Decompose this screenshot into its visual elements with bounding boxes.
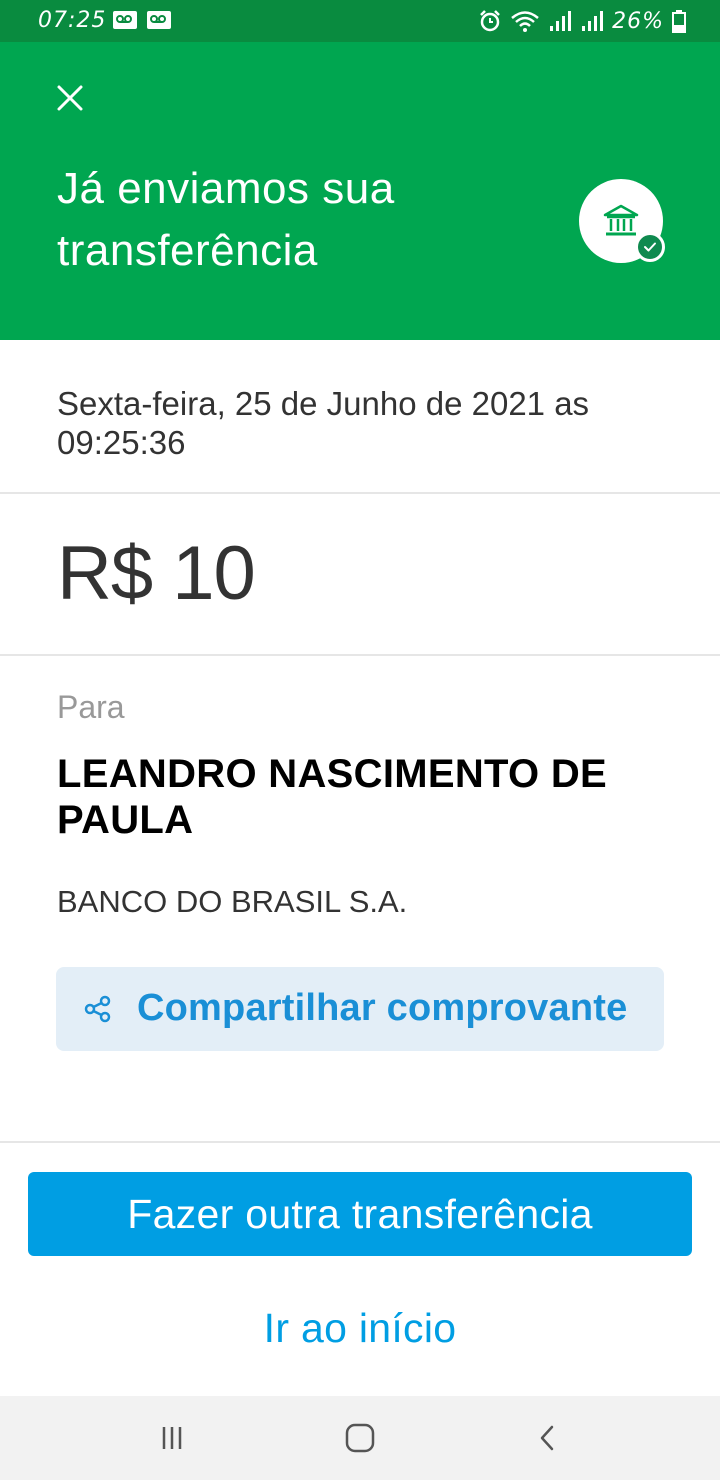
battery-icon — [672, 10, 686, 33]
recents-button[interactable] — [152, 1418, 192, 1458]
voicemail-2-icon — [147, 11, 171, 29]
back-icon[interactable] — [533, 1423, 563, 1453]
recents-icon[interactable] — [157, 1423, 187, 1453]
bank-icon — [603, 204, 639, 236]
success-header: Já enviamos sua transferência — [0, 42, 720, 340]
voicemail-1-icon — [113, 11, 137, 29]
transfer-date-section: Sexta-feira, 25 de Junho de 2021 as 09:2… — [0, 340, 720, 494]
home-nav-button[interactable] — [340, 1418, 380, 1458]
transfer-amount-section: R$ 10 — [0, 494, 720, 656]
home-icon[interactable] — [344, 1422, 376, 1454]
signal-1-icon — [550, 11, 572, 31]
status-indicators: 26% — [478, 6, 686, 36]
battery-percentage: 26% — [612, 8, 664, 34]
share-receipt-button[interactable]: Compartilhar comprovante — [56, 967, 664, 1051]
status-time: 07:25 — [38, 8, 107, 33]
recipient-bank: BANCO DO BRASIL S.A. — [57, 884, 408, 919]
status-bar: 07:25 26% — [0, 0, 720, 42]
transfer-datetime: Sexta-feira, 25 de Junho de 2021 as 09:2… — [57, 385, 590, 461]
close-icon[interactable] — [56, 84, 84, 112]
alarm-icon — [480, 10, 500, 32]
system-nav-bar — [0, 1396, 720, 1480]
check-badge — [635, 232, 665, 262]
new-transfer-button[interactable]: Fazer outra transferência — [28, 1172, 692, 1256]
recipient-label: Para — [57, 689, 125, 725]
go-home-link[interactable]: Ir ao início — [0, 1298, 720, 1358]
share-receipt-label: Compartilhar comprovante — [137, 987, 628, 1029]
page-title: Já enviamos sua transferência — [57, 164, 395, 275]
divider — [0, 1141, 720, 1143]
check-icon — [644, 242, 656, 252]
recipient-name: LEANDRO NASCIMENTO DE PAULA — [57, 752, 608, 842]
close-button[interactable] — [50, 78, 90, 118]
transfer-amount: R$ 10 — [57, 531, 256, 616]
wifi-icon — [511, 11, 539, 32]
share-icon[interactable] — [84, 995, 112, 1023]
back-button[interactable] — [528, 1418, 568, 1458]
signal-2-icon — [582, 11, 604, 31]
